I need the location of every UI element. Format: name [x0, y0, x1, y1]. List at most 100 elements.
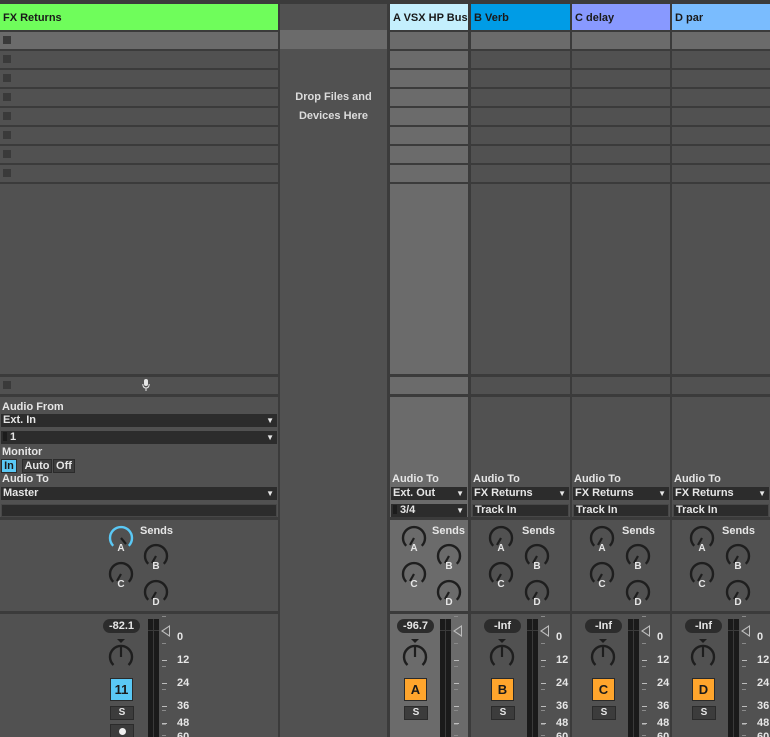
solo-button[interactable]: S	[491, 706, 515, 720]
clip-slot[interactable]	[672, 108, 770, 125]
audio-to-dropdown[interactable]: FX Returns ▼	[472, 487, 569, 500]
clip-slot[interactable]	[0, 146, 278, 163]
solo-button[interactable]: S	[692, 706, 716, 720]
output-channel-dropdown[interactable]: 3/4 ▼	[391, 504, 467, 517]
clip-slot[interactable]	[471, 89, 570, 106]
send-knob-d[interactable]: D	[435, 578, 463, 610]
clip-slot[interactable]	[471, 108, 570, 125]
clip-slot[interactable]	[672, 32, 770, 49]
clip-slot[interactable]	[672, 165, 770, 182]
clip-slot[interactable]	[572, 127, 670, 144]
clip-area-empty[interactable]	[0, 184, 278, 374]
send-knob-a[interactable]: A	[588, 524, 616, 556]
audio-to-dropdown[interactable]: Ext. Out ▼	[391, 487, 467, 500]
clip-slot[interactable]	[390, 127, 468, 144]
track-activator-button[interactable]: 11	[110, 678, 133, 701]
clip-stop-button[interactable]	[3, 131, 11, 139]
volume-display[interactable]: -Inf	[484, 619, 521, 633]
clip-slot[interactable]	[572, 165, 670, 182]
solo-button[interactable]: S	[592, 706, 616, 720]
volume-display[interactable]: -82.1	[103, 619, 140, 633]
send-knob-c[interactable]: C	[487, 560, 515, 592]
clip-slot[interactable]	[672, 127, 770, 144]
arm-button[interactable]	[110, 724, 134, 737]
microphone-icon[interactable]	[142, 379, 150, 392]
clip-slot[interactable]	[0, 165, 278, 182]
send-knob-c[interactable]: C	[107, 560, 135, 592]
audio-to-channel-field[interactable]: Track In	[673, 504, 769, 517]
return-activator-button[interactable]: B	[491, 678, 514, 701]
fader-handle-icon[interactable]	[540, 625, 549, 637]
clip-slot[interactable]	[572, 32, 670, 49]
clip-slot[interactable]	[672, 89, 770, 106]
clip-slot[interactable]	[390, 89, 468, 106]
pan-knob[interactable]	[107, 638, 135, 670]
audio-from-dropdown[interactable]: Ext. In ▼	[1, 414, 277, 427]
fader-handle-icon[interactable]	[453, 625, 462, 637]
send-knob-d[interactable]: D	[142, 578, 170, 610]
clip-slot[interactable]	[672, 70, 770, 87]
fader-handle-icon[interactable]	[161, 625, 170, 637]
clip-slot[interactable]	[572, 108, 670, 125]
clip-slot[interactable]	[390, 32, 468, 49]
volume-display[interactable]: -Inf	[685, 619, 722, 633]
return-track-title[interactable]: B Verb	[471, 4, 570, 30]
monitor-in-button[interactable]: In	[1, 459, 17, 473]
send-knob-a[interactable]: A	[487, 524, 515, 556]
clip-slot[interactable]	[572, 146, 670, 163]
clip-slot[interactable]	[572, 70, 670, 87]
clip-slot[interactable]	[471, 51, 570, 68]
pan-knob[interactable]	[488, 638, 516, 670]
audio-to-dropdown[interactable]: FX Returns ▼	[673, 487, 769, 500]
return-track-title[interactable]: D par	[672, 4, 770, 30]
send-knob-b[interactable]: B	[142, 542, 170, 574]
send-knob-c[interactable]: C	[688, 560, 716, 592]
clip-slot[interactable]	[390, 70, 468, 87]
clip-slot[interactable]	[471, 127, 570, 144]
audio-to-channel-field[interactable]: Track In	[472, 504, 569, 517]
clip-slot[interactable]	[0, 51, 278, 68]
volume-display[interactable]: -96.7	[397, 619, 434, 633]
send-knob-d[interactable]: D	[624, 578, 652, 610]
send-knob-b[interactable]: B	[523, 542, 551, 574]
clip-stop-button[interactable]	[3, 55, 11, 63]
fader-handle-icon[interactable]	[641, 625, 650, 637]
clip-slot[interactable]	[0, 89, 278, 106]
audio-to-channel-field[interactable]	[1, 504, 277, 517]
solo-button[interactable]: S	[110, 706, 134, 720]
clip-slot[interactable]	[572, 51, 670, 68]
clip-slot[interactable]	[390, 51, 468, 68]
send-knob-d[interactable]: D	[724, 578, 752, 610]
audio-to-dropdown[interactable]: Master ▼	[1, 487, 277, 500]
clip-stop-button[interactable]	[3, 169, 11, 177]
track-title-fx-returns[interactable]: FX Returns	[0, 4, 278, 30]
clip-slot[interactable]	[672, 51, 770, 68]
clip-slot[interactable]	[572, 89, 670, 106]
return-activator-button[interactable]: A	[404, 678, 427, 701]
clip-slot[interactable]	[672, 146, 770, 163]
clip-area-empty[interactable]	[390, 184, 468, 374]
return-track-title[interactable]: C delay	[572, 4, 670, 30]
clip-slot[interactable]	[0, 32, 278, 49]
input-channel-dropdown[interactable]: 1 ▼	[1, 431, 277, 444]
clip-area-empty[interactable]	[672, 184, 770, 374]
send-knob-c[interactable]: C	[588, 560, 616, 592]
clip-slot[interactable]	[0, 108, 278, 125]
monitor-auto-button[interactable]: Auto	[22, 459, 52, 473]
fader-handle-icon[interactable]	[741, 625, 750, 637]
clip-slot[interactable]	[0, 127, 278, 144]
pan-knob[interactable]	[589, 638, 617, 670]
pan-knob[interactable]	[689, 638, 717, 670]
clip-stop-button[interactable]	[3, 36, 11, 44]
send-knob-d[interactable]: D	[523, 578, 551, 610]
send-knob-c[interactable]: C	[400, 560, 428, 592]
clip-slot[interactable]	[471, 165, 570, 182]
send-knob-a[interactable]: A	[400, 524, 428, 556]
clip-slot[interactable]	[471, 32, 570, 49]
clip-slot[interactable]	[390, 146, 468, 163]
return-track-title[interactable]: A VSX HP Bus	[390, 4, 468, 30]
stop-all-button[interactable]	[3, 381, 11, 389]
pan-knob[interactable]	[401, 638, 429, 670]
clip-slot[interactable]	[471, 70, 570, 87]
clip-slot[interactable]	[390, 165, 468, 182]
